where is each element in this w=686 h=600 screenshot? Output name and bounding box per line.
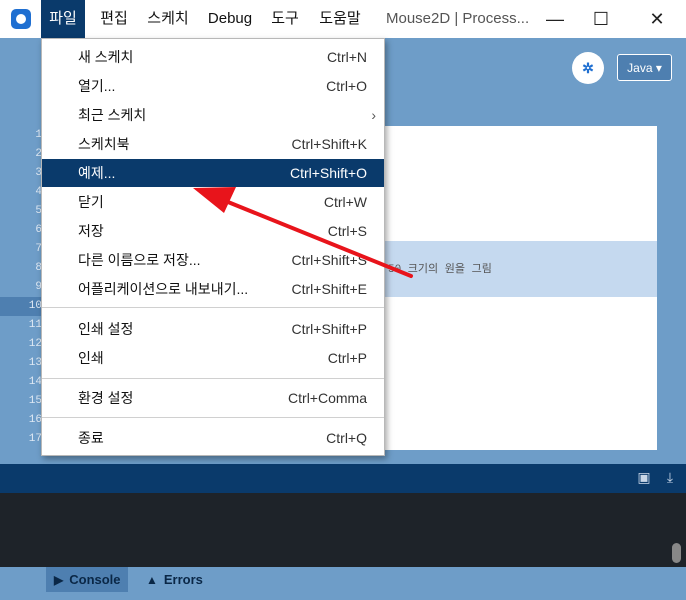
- menu-item-label: 어플리케이션으로 내보내기...: [78, 281, 249, 297]
- menu-item-print[interactable]: 인쇄 Ctrl+P: [42, 344, 384, 372]
- menu-item-label: 열기...: [78, 78, 116, 94]
- menu-item-shortcut: Ctrl+Q: [326, 430, 367, 446]
- menu-item-print-setup[interactable]: 인쇄 설정 Ctrl+Shift+P: [42, 315, 384, 343]
- menu-item-shortcut: Ctrl+Shift+K: [291, 136, 367, 152]
- line-number: 10: [0, 297, 42, 316]
- menu-help[interactable]: 도움말: [312, 0, 368, 38]
- maximize-button[interactable]: ☐: [578, 0, 624, 38]
- menu-item-label: 저장: [78, 223, 104, 239]
- file-menu-dropdown: 새 스케치 Ctrl+N 열기... Ctrl+O 최근 스케치 › 스케치북 Ctrl+Sh…: [41, 38, 385, 456]
- menu-item-label: 예제...: [78, 165, 116, 181]
- line-number: 4: [35, 186, 42, 198]
- line-number: 3: [35, 167, 42, 179]
- tab-errors[interactable]: ▲ Errors: [138, 567, 218, 592]
- menu-tools[interactable]: 도구: [264, 0, 306, 38]
- menu-item-quit[interactable]: 종료 Ctrl+Q: [42, 424, 384, 452]
- menu-item-shortcut: Ctrl+W: [323, 194, 367, 210]
- menu-item-sketchbook[interactable]: 스케치북 Ctrl+Shift+K: [42, 130, 384, 158]
- line-number: 5: [35, 205, 42, 217]
- menu-item-save-as[interactable]: 다른 이름으로 저장... Ctrl+Shift+S: [42, 246, 384, 274]
- menu-item-shortcut: Ctrl+N: [326, 49, 367, 65]
- line-number: 15: [28, 395, 42, 407]
- menu-separator: [42, 307, 384, 308]
- menu-item-label: 새 스케치: [78, 49, 134, 65]
- console-output[interactable]: [0, 493, 686, 567]
- menu-item-label: 인쇄 설정: [78, 321, 134, 337]
- terminal-icon: ▶: [54, 573, 64, 587]
- line-number: 8: [35, 262, 42, 274]
- code-line-fragment: 50 크기의 원을 그림: [388, 264, 492, 276]
- menu-item-label: 환경 설정: [78, 390, 134, 406]
- tab-console[interactable]: ▶ Console: [46, 567, 128, 592]
- menu-item-new-sketch[interactable]: 새 스케치 Ctrl+N: [42, 43, 384, 71]
- line-number: 17: [28, 433, 42, 445]
- tab-errors-label: Errors: [163, 572, 203, 587]
- menu-item-shortcut: Ctrl+Shift+E: [291, 281, 367, 297]
- menu-item-shortcut: Ctrl+S: [327, 223, 367, 239]
- menu-edit[interactable]: 편집: [90, 0, 138, 38]
- menu-item-export-application[interactable]: 어플리케이션으로 내보내기... Ctrl+Shift+E: [42, 275, 384, 303]
- menu-separator: [42, 378, 384, 379]
- menu-item-shortcut: Ctrl+Comma: [288, 390, 367, 406]
- line-number: 7: [35, 243, 42, 255]
- menu-item-label: 다른 이름으로 저장...: [78, 252, 201, 268]
- mode-selector[interactable]: Java ▾: [617, 54, 672, 81]
- console-header: [0, 464, 686, 493]
- line-number: 2: [35, 148, 42, 160]
- menu-file[interactable]: 파일: [41, 0, 85, 38]
- menu-sketch[interactable]: 스케치: [141, 0, 195, 38]
- menu-item-recent-sketches[interactable]: 최근 스케치 ›: [42, 101, 384, 129]
- clear-console-icon[interactable]: ⤓: [662, 469, 678, 485]
- line-number: 11: [28, 319, 42, 331]
- minimize-button[interactable]: —: [532, 0, 578, 38]
- processing-app-icon: [11, 9, 31, 29]
- menu-item-examples[interactable]: 예제... Ctrl+Shift+O: [42, 159, 384, 187]
- menu-item-preferences[interactable]: 환경 설정 Ctrl+Comma: [42, 384, 384, 412]
- menu-item-label: 종료: [78, 430, 104, 446]
- line-number: 6: [35, 224, 42, 236]
- line-number: 16: [28, 414, 42, 426]
- line-number: 13: [28, 357, 42, 369]
- debugger-icon[interactable]: ✲: [572, 52, 604, 84]
- menu-item-open[interactable]: 열기... Ctrl+O: [42, 72, 384, 100]
- menu-item-save[interactable]: 저장 Ctrl+S: [42, 217, 384, 245]
- line-number: 12: [28, 338, 42, 350]
- menu-item-shortcut: Ctrl+Shift+O: [289, 165, 367, 181]
- menu-item-shortcut: Ctrl+Shift+S: [291, 252, 367, 268]
- line-number: 9: [35, 281, 42, 293]
- menu-item-label: 스케치북: [78, 136, 130, 152]
- menu-debug[interactable]: Debug: [202, 0, 258, 38]
- menu-item-shortcut: Ctrl+P: [327, 350, 367, 366]
- warning-icon: ▲: [146, 573, 158, 587]
- close-button[interactable]: ✕: [634, 0, 680, 38]
- chevron-right-icon: ›: [371, 107, 376, 123]
- tab-console-label: Console: [69, 572, 121, 587]
- menu-item-label: 최근 스케치: [78, 107, 147, 123]
- line-number: 1: [35, 129, 42, 141]
- menu-item-label: 인쇄: [78, 350, 104, 366]
- console-scrollbar[interactable]: [672, 543, 681, 563]
- window-title: Mouse2D | Process...: [386, 10, 530, 27]
- menu-item-label: 닫기: [78, 194, 104, 210]
- menu-item-shortcut: Ctrl+Shift+P: [291, 321, 367, 337]
- menu-separator: [42, 417, 384, 418]
- menu-item-close[interactable]: 닫기 Ctrl+W: [42, 188, 384, 216]
- menu-item-shortcut: Ctrl+O: [326, 78, 367, 94]
- line-number: 14: [28, 376, 42, 388]
- copy-icon[interactable]: ▣: [636, 469, 652, 485]
